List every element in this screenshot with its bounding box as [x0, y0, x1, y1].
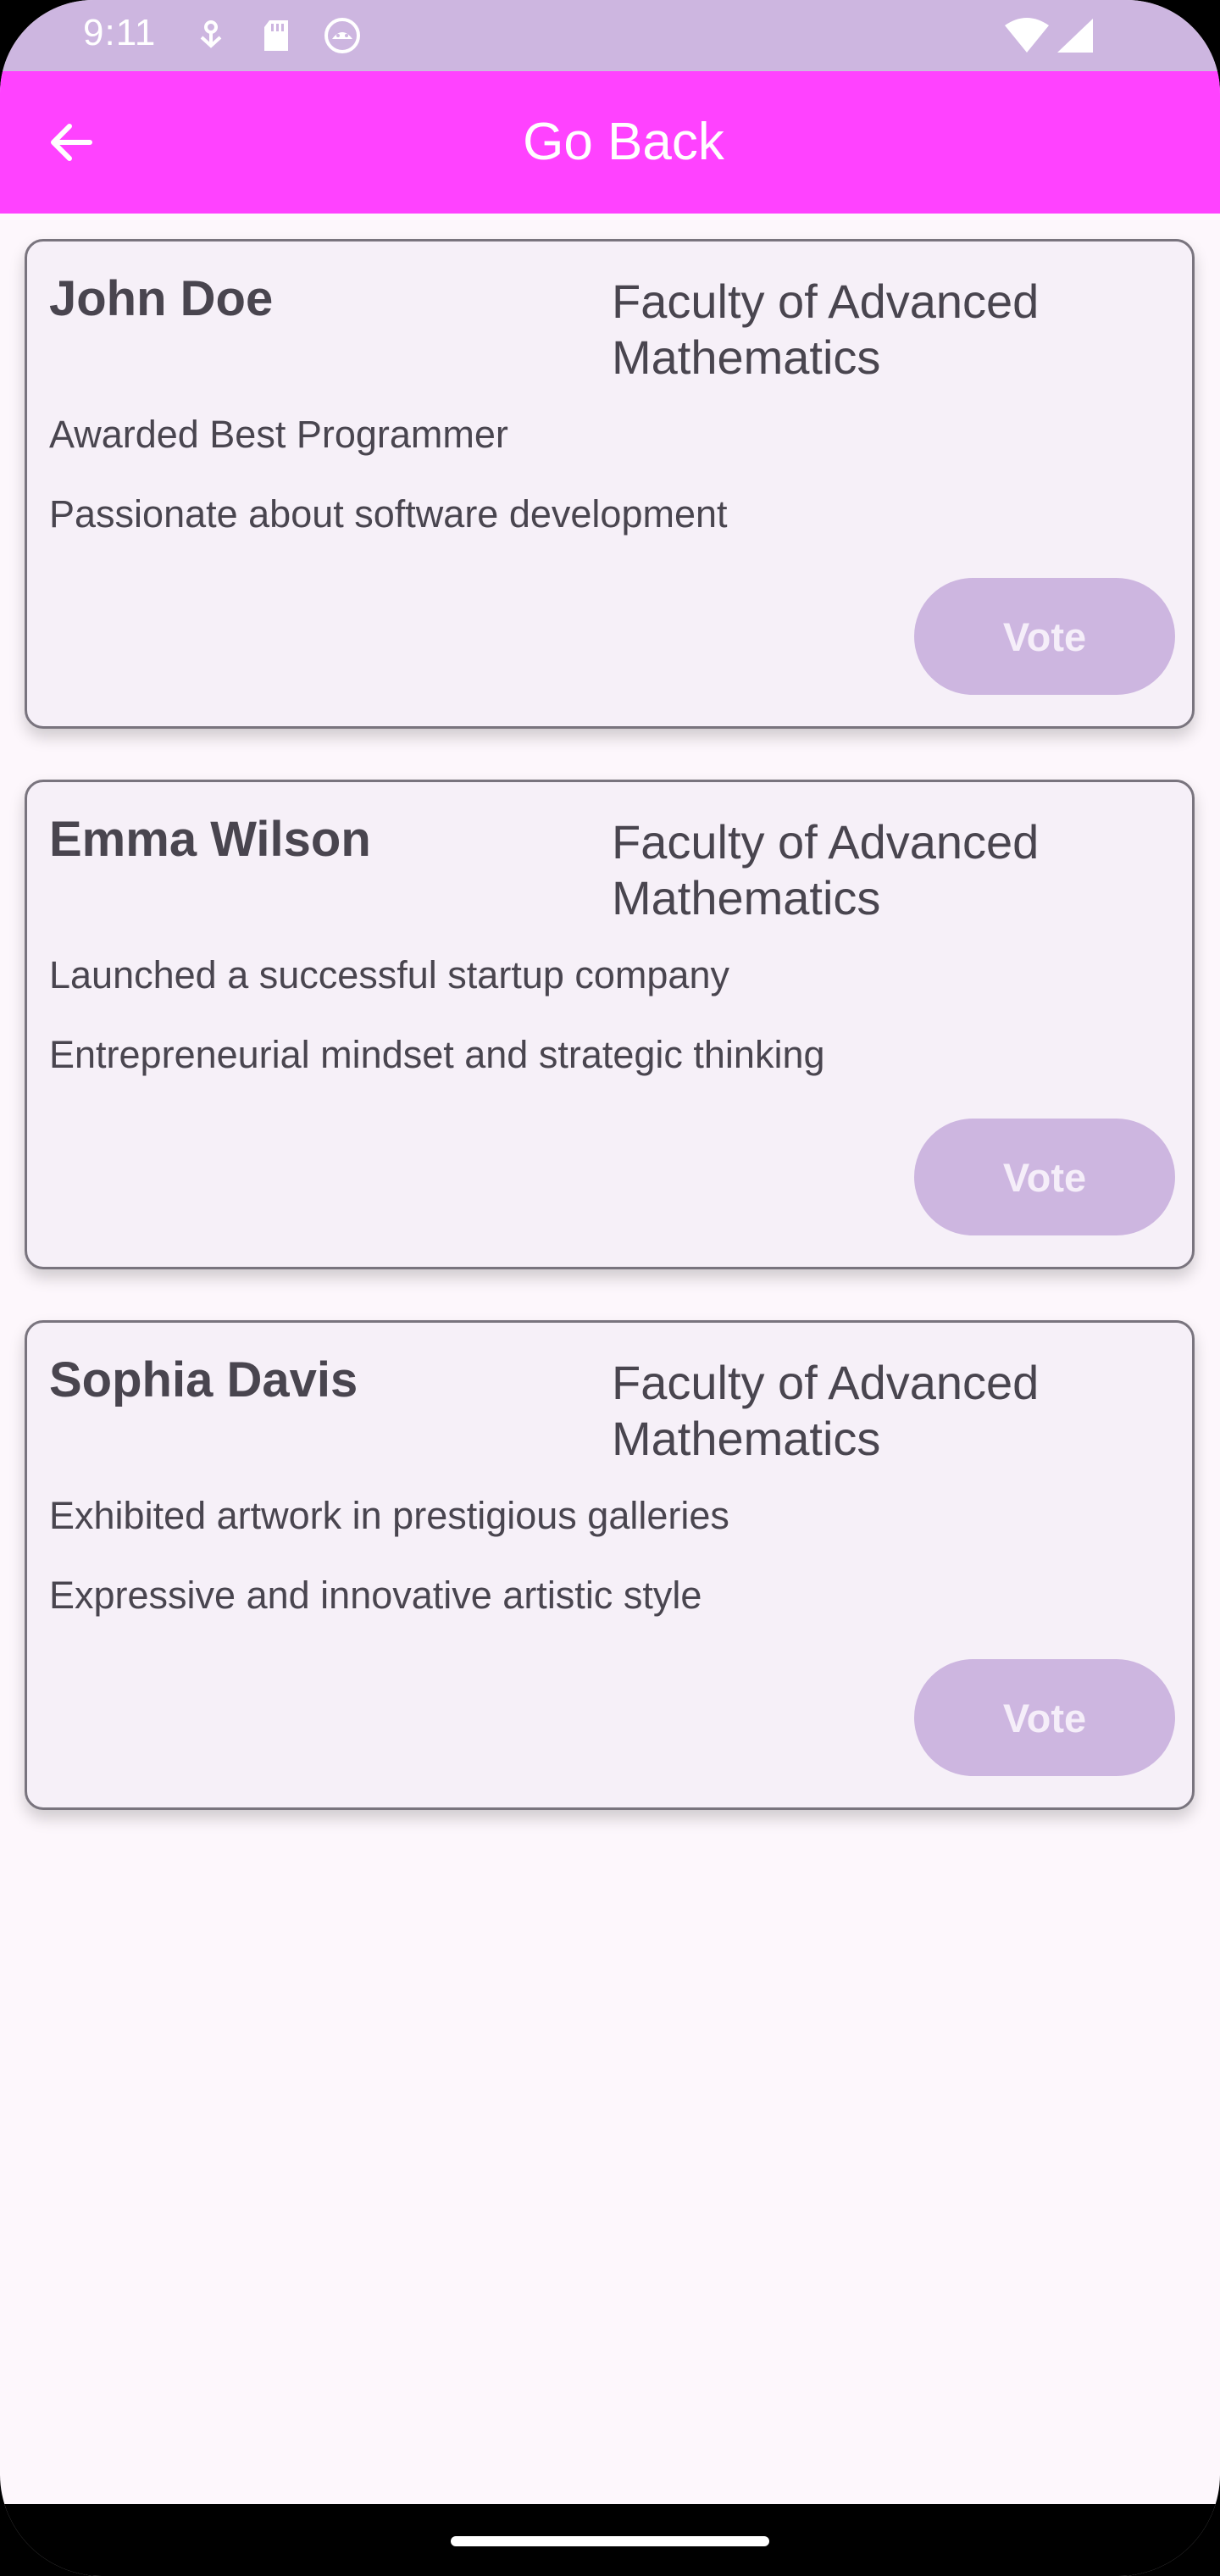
candidate-name: Emma Wilson — [49, 812, 371, 867]
candidate-description: Expressive and innovative artistic style — [49, 1574, 702, 1617]
gesture-navigation-bar — [0, 2504, 1220, 2576]
signal-icon — [1057, 19, 1093, 53]
back-button[interactable] — [30, 102, 112, 183]
vote-button[interactable]: Vote — [914, 1119, 1175, 1235]
arrow-back-icon — [51, 124, 92, 161]
candidate-faculty: Faculty of Advanced Mathematics — [612, 1356, 1040, 1465]
candidate-award: Exhibited artwork in prestigious galleri… — [49, 1494, 729, 1537]
vote-button[interactable]: Vote — [914, 578, 1175, 695]
app-title: Go Back — [523, 113, 724, 171]
sd-card-icon — [264, 20, 288, 51]
candidate-award: Launched a successful startup company — [49, 953, 729, 997]
candidate-card: Emma Wilson Faculty of Advanced Mathemat… — [25, 780, 1195, 1269]
candidate-faculty: Faculty of Advanced Mathematics — [612, 275, 1040, 384]
candidate-name: Sophia Davis — [49, 1352, 358, 1407]
home-handle[interactable] — [451, 2536, 769, 2546]
candidate-card: Sophia Davis Faculty of Advanced Mathema… — [25, 1320, 1195, 1810]
vote-button[interactable]: Vote — [914, 1659, 1175, 1776]
phone-screen: 9:11 Go Back John Doe Faculty of Advance… — [0, 0, 1220, 2576]
status-time: 9:11 — [83, 12, 157, 53]
wifi-icon — [1005, 18, 1049, 53]
candidate-list: John Doe Faculty of Advanced Mathematics… — [25, 239, 1195, 1861]
app-bar: Go Back — [0, 71, 1220, 214]
candidate-card: John Doe Faculty of Advanced Mathematics… — [25, 239, 1195, 729]
candidate-description: Entrepreneurial mindset and strategic th… — [49, 1033, 825, 1076]
candidate-award: Awarded Best Programmer — [49, 413, 508, 456]
android-icon — [324, 18, 360, 53]
notification-icon — [200, 20, 222, 48]
candidate-name: John Doe — [49, 271, 274, 326]
status-bar: 9:11 — [0, 0, 1220, 71]
candidate-description: Passionate about software development — [49, 492, 728, 536]
candidate-faculty: Faculty of Advanced Mathematics — [612, 815, 1040, 924]
